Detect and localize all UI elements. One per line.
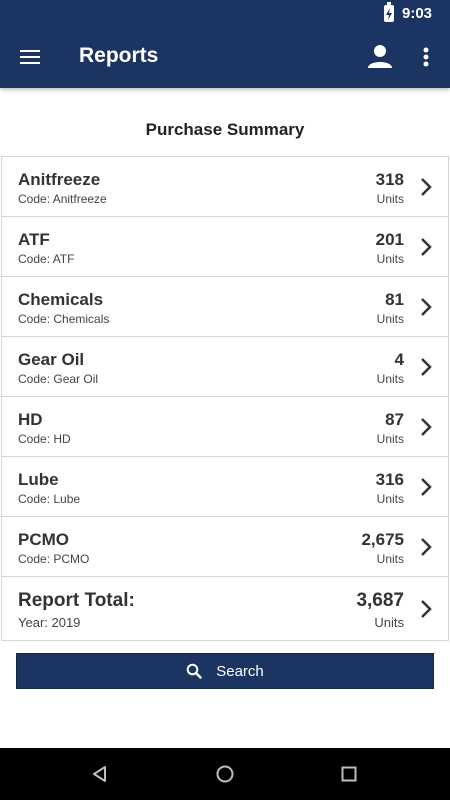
search-icon [186,663,202,679]
item-code: Code: Anitfreeze [18,192,107,206]
home-circle-icon[interactable] [213,762,237,786]
item-name: Gear Oil [18,350,85,369]
item-quantity: 318 [375,170,404,189]
chevron-right-icon [421,538,432,556]
menu-icon[interactable] [18,46,44,70]
report-total-unit: Units [374,615,404,630]
list-item[interactable]: ATF Code: ATF 201 Units [2,217,448,277]
item-unit: Units [376,552,404,566]
item-name: ATF [18,230,50,249]
item-quantity: 4 [394,350,404,369]
recents-square-icon[interactable] [337,762,361,786]
list-item[interactable]: HD Code: HD 87 Units [2,397,448,457]
item-code: Code: ATF [18,252,75,266]
report-total-label: Report Total: [18,590,135,611]
page-title: Reports [79,44,159,67]
list-item[interactable]: Lube Code: Lube 316 Units [2,457,448,517]
item-quantity: 316 [375,470,404,489]
list-item[interactable]: Anitfreeze Code: Anitfreeze 318 Units [2,157,448,217]
item-unit: Units [376,252,404,266]
item-quantity: 81 [385,290,404,309]
report-total-row[interactable]: Report Total: Year: 2019 3,687 Units [2,577,448,641]
item-code: Code: HD [18,432,71,446]
item-name: Chemicals [18,290,104,309]
item-unit: Units [376,312,404,326]
more-vert-icon[interactable] [416,44,436,72]
item-name: HD [18,410,43,429]
item-name: Anitfreeze [18,170,101,189]
item-quantity: 87 [385,410,404,429]
item-unit: Units [376,492,404,506]
report-year: Year: 2019 [18,615,81,630]
account-icon[interactable] [366,42,394,70]
item-quantity: 2,675 [361,530,404,549]
chevron-right-icon [421,600,432,618]
item-code: Code: Chemicals [18,312,110,326]
item-code: Code: PCMO [18,552,90,566]
back-triangle-icon[interactable] [88,762,112,786]
chevron-right-icon [421,238,432,256]
item-code: Code: Gear Oil [18,372,99,386]
status-time: 9:03 [402,5,433,22]
chevron-right-icon [421,298,432,316]
item-name: Lube [18,470,59,489]
item-quantity: 201 [375,230,404,249]
list-item[interactable]: Chemicals Code: Chemicals 81 Units [2,277,448,337]
search-button-label: Search [216,662,264,680]
item-unit: Units [376,432,404,446]
system-nav-bar [0,748,450,800]
section-title: Purchase Summary [145,120,305,139]
item-name: PCMO [18,530,69,549]
chevron-right-icon [421,358,432,376]
report-list: Anitfreeze Code: Anitfreeze 318 Units AT… [1,156,449,641]
item-unit: Units [376,372,404,386]
list-item[interactable]: Gear Oil Code: Gear Oil 4 Units [2,337,448,397]
report-total-quantity: 3,687 [356,590,404,611]
chevron-right-icon [421,178,432,196]
battery-charging-icon [384,2,394,22]
item-unit: Units [376,192,404,206]
search-button[interactable]: Search [16,653,434,689]
status-bar: 9:03 [0,0,450,28]
chevron-right-icon [421,478,432,496]
chevron-right-icon [421,418,432,436]
app-bar: Reports [0,28,450,88]
item-code: Code: Lube [18,492,81,506]
list-item[interactable]: PCMO Code: PCMO 2,675 Units [2,517,448,577]
